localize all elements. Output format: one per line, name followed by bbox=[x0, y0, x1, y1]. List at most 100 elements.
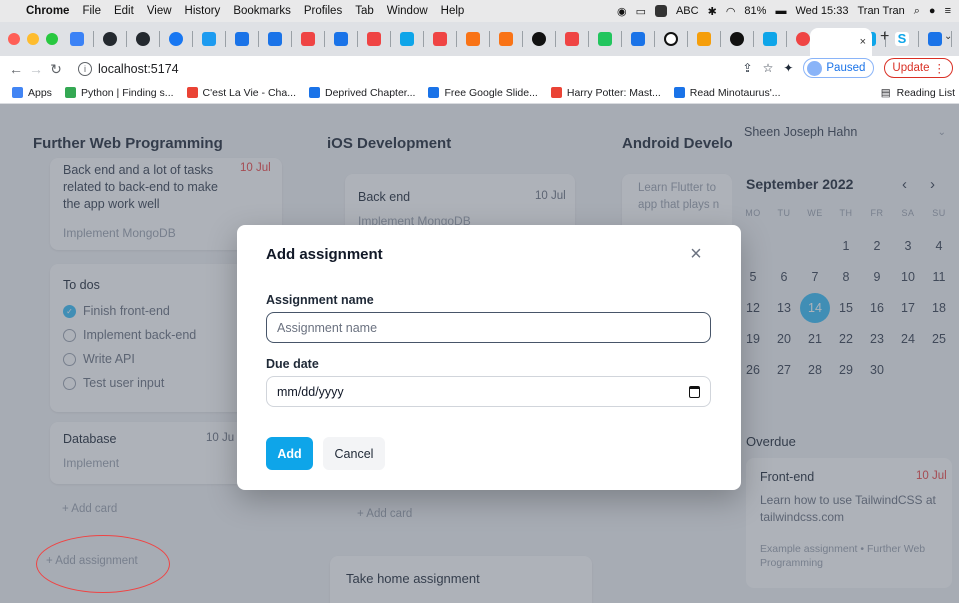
menu-file[interactable]: File bbox=[82, 5, 101, 17]
reading-list-label: Reading List bbox=[896, 87, 955, 99]
add-button[interactable]: Add bbox=[266, 437, 313, 470]
menu-edit[interactable]: Edit bbox=[114, 5, 134, 17]
menu-tab[interactable]: Tab bbox=[355, 5, 374, 17]
bookmark-harrypotter[interactable]: Harry Potter: Mast... bbox=[550, 86, 661, 99]
bluetooth-icon[interactable]: ✱ bbox=[708, 5, 717, 18]
input-source-icon[interactable] bbox=[654, 5, 667, 17]
share-icon[interactable]: ⇪ bbox=[743, 61, 753, 75]
bookmark-favicon-icon bbox=[550, 87, 562, 98]
cancel-button[interactable]: Cancel bbox=[323, 437, 385, 470]
battery-percent: 81% bbox=[744, 5, 767, 17]
address-bar[interactable]: i localhost:5174 bbox=[78, 58, 738, 80]
bookmark-deprived[interactable]: Deprived Chapter... bbox=[309, 87, 415, 99]
app-icon[interactable] bbox=[796, 32, 810, 46]
app-icon[interactable] bbox=[367, 32, 381, 46]
toolbar-actions: ⇪ ☆ ✦ Paused Update ⋮ bbox=[743, 58, 953, 78]
menu-help[interactable]: Help bbox=[441, 5, 465, 17]
youtube-icon[interactable] bbox=[565, 32, 579, 46]
menu-chrome[interactable]: Chrome bbox=[26, 5, 69, 17]
app-icon[interactable] bbox=[730, 32, 744, 46]
github-icon[interactable] bbox=[136, 32, 150, 46]
url-text[interactable]: localhost:5174 bbox=[98, 62, 179, 76]
forward-icon[interactable]: → bbox=[26, 61, 46, 77]
add-assignment-dialog: Add assignment × Assignment name Due dat… bbox=[237, 225, 741, 490]
bookmark-cestlavie[interactable]: C'est La Vie - Cha... bbox=[186, 87, 296, 99]
assignment-name-input[interactable] bbox=[266, 312, 711, 343]
facebook-icon[interactable] bbox=[169, 32, 183, 46]
app-icon[interactable] bbox=[664, 32, 678, 46]
app-icon[interactable] bbox=[433, 32, 447, 46]
app-icon[interactable] bbox=[532, 32, 546, 46]
profile-button[interactable]: Paused bbox=[803, 58, 875, 78]
tab-close-icon[interactable]: × bbox=[860, 36, 866, 48]
screen-icon[interactable]: ▭ bbox=[636, 5, 646, 18]
control-center-icon[interactable]: ≡ bbox=[945, 5, 951, 17]
app-icon[interactable] bbox=[697, 32, 711, 46]
clock[interactable]: Wed 15:33 bbox=[795, 5, 848, 17]
app-icon[interactable] bbox=[499, 32, 513, 46]
record-icon[interactable]: ◉ bbox=[617, 5, 627, 18]
tab-favicon-icon[interactable] bbox=[70, 32, 84, 46]
menu-history[interactable]: History bbox=[185, 5, 221, 17]
active-tab[interactable]: × bbox=[810, 28, 872, 56]
user-name[interactable]: Tran Tran bbox=[857, 5, 904, 17]
input-source-label[interactable]: ABC bbox=[676, 5, 699, 17]
profile-status: Paused bbox=[826, 62, 866, 74]
reload-icon[interactable]: ↻ bbox=[46, 61, 66, 78]
dialog-title: Add assignment bbox=[266, 246, 383, 263]
update-label: Update bbox=[892, 62, 930, 74]
assignment-name-label: Assignment name bbox=[266, 293, 374, 307]
battery-icon[interactable]: ▬ bbox=[775, 5, 786, 17]
macos-menu-bar: Chrome File Edit View History Bookmarks … bbox=[0, 0, 959, 22]
bookmark-star-icon[interactable]: ☆ bbox=[763, 61, 774, 75]
cloud-icon[interactable] bbox=[763, 32, 777, 46]
calendar-icon[interactable] bbox=[689, 386, 700, 398]
menu-view[interactable]: View bbox=[147, 5, 172, 17]
wifi-icon[interactable]: ◠ bbox=[726, 5, 736, 18]
menu-window[interactable]: Window bbox=[387, 5, 428, 17]
extensions-icon[interactable]: ✦ bbox=[783, 61, 793, 75]
menu-profiles[interactable]: Profiles bbox=[304, 5, 342, 17]
app-icon[interactable] bbox=[301, 32, 315, 46]
bookmark-label: Python | Finding s... bbox=[80, 86, 174, 99]
new-tab-button[interactable]: + bbox=[880, 28, 889, 46]
siri-icon[interactable]: ● bbox=[929, 5, 936, 17]
drive-icon[interactable] bbox=[598, 32, 612, 46]
bookmark-python[interactable]: Python | Finding s... bbox=[64, 86, 174, 99]
twitter-icon[interactable] bbox=[202, 32, 216, 46]
app-icon[interactable]: S bbox=[895, 32, 909, 46]
docs-icon[interactable] bbox=[268, 32, 282, 46]
bookmark-favicon-icon bbox=[64, 87, 76, 98]
menu-bookmarks[interactable]: Bookmarks bbox=[233, 5, 291, 17]
bookmark-favicon-icon bbox=[186, 87, 198, 98]
close-window-button[interactable] bbox=[8, 33, 20, 45]
update-button[interactable]: Update ⋮ bbox=[884, 58, 953, 78]
close-icon[interactable]: × bbox=[685, 243, 707, 265]
site-info-icon[interactable]: i bbox=[78, 62, 92, 76]
tab-search-chevron-icon[interactable]: ⌄ bbox=[944, 31, 952, 42]
bookmark-label: Harry Potter: Mast... bbox=[566, 86, 661, 99]
zoom-window-button[interactable] bbox=[46, 33, 58, 45]
bookmark-favicon-icon bbox=[309, 87, 320, 98]
bookmark-minotaurus[interactable]: Read Minotaurus'... bbox=[673, 86, 781, 99]
annotation-circle bbox=[36, 535, 170, 593]
reading-list[interactable]: ▤ Reading List bbox=[881, 82, 955, 104]
docs-icon[interactable] bbox=[631, 32, 645, 46]
spotlight-icon[interactable]: ⌕ bbox=[914, 5, 920, 18]
app-icon[interactable] bbox=[466, 32, 480, 46]
github-icon[interactable] bbox=[103, 32, 117, 46]
docs-icon[interactable] bbox=[334, 32, 348, 46]
back-icon[interactable]: ← bbox=[6, 61, 26, 77]
bookmark-apps[interactable]: Apps bbox=[12, 87, 52, 99]
bookmarks-bar: Apps Python | Finding s... C'est La Vie … bbox=[0, 82, 959, 104]
docs-icon[interactable] bbox=[235, 32, 249, 46]
minimize-window-button[interactable] bbox=[27, 33, 39, 45]
bookmark-favicon-icon bbox=[428, 87, 440, 98]
app-icon[interactable] bbox=[400, 32, 414, 46]
status-area: ◉ ▭ ABC ✱ ◠ 81% ▬ Wed 15:33 Tran Tran ⌕ … bbox=[617, 0, 951, 22]
bookmark-label: Read Minotaurus'... bbox=[689, 86, 781, 99]
due-date-input[interactable]: mm/dd/yyyy bbox=[266, 376, 711, 407]
docs-icon[interactable] bbox=[928, 32, 942, 46]
apps-grid-icon bbox=[12, 87, 23, 98]
bookmark-slides[interactable]: Free Google Slide... bbox=[428, 87, 538, 99]
